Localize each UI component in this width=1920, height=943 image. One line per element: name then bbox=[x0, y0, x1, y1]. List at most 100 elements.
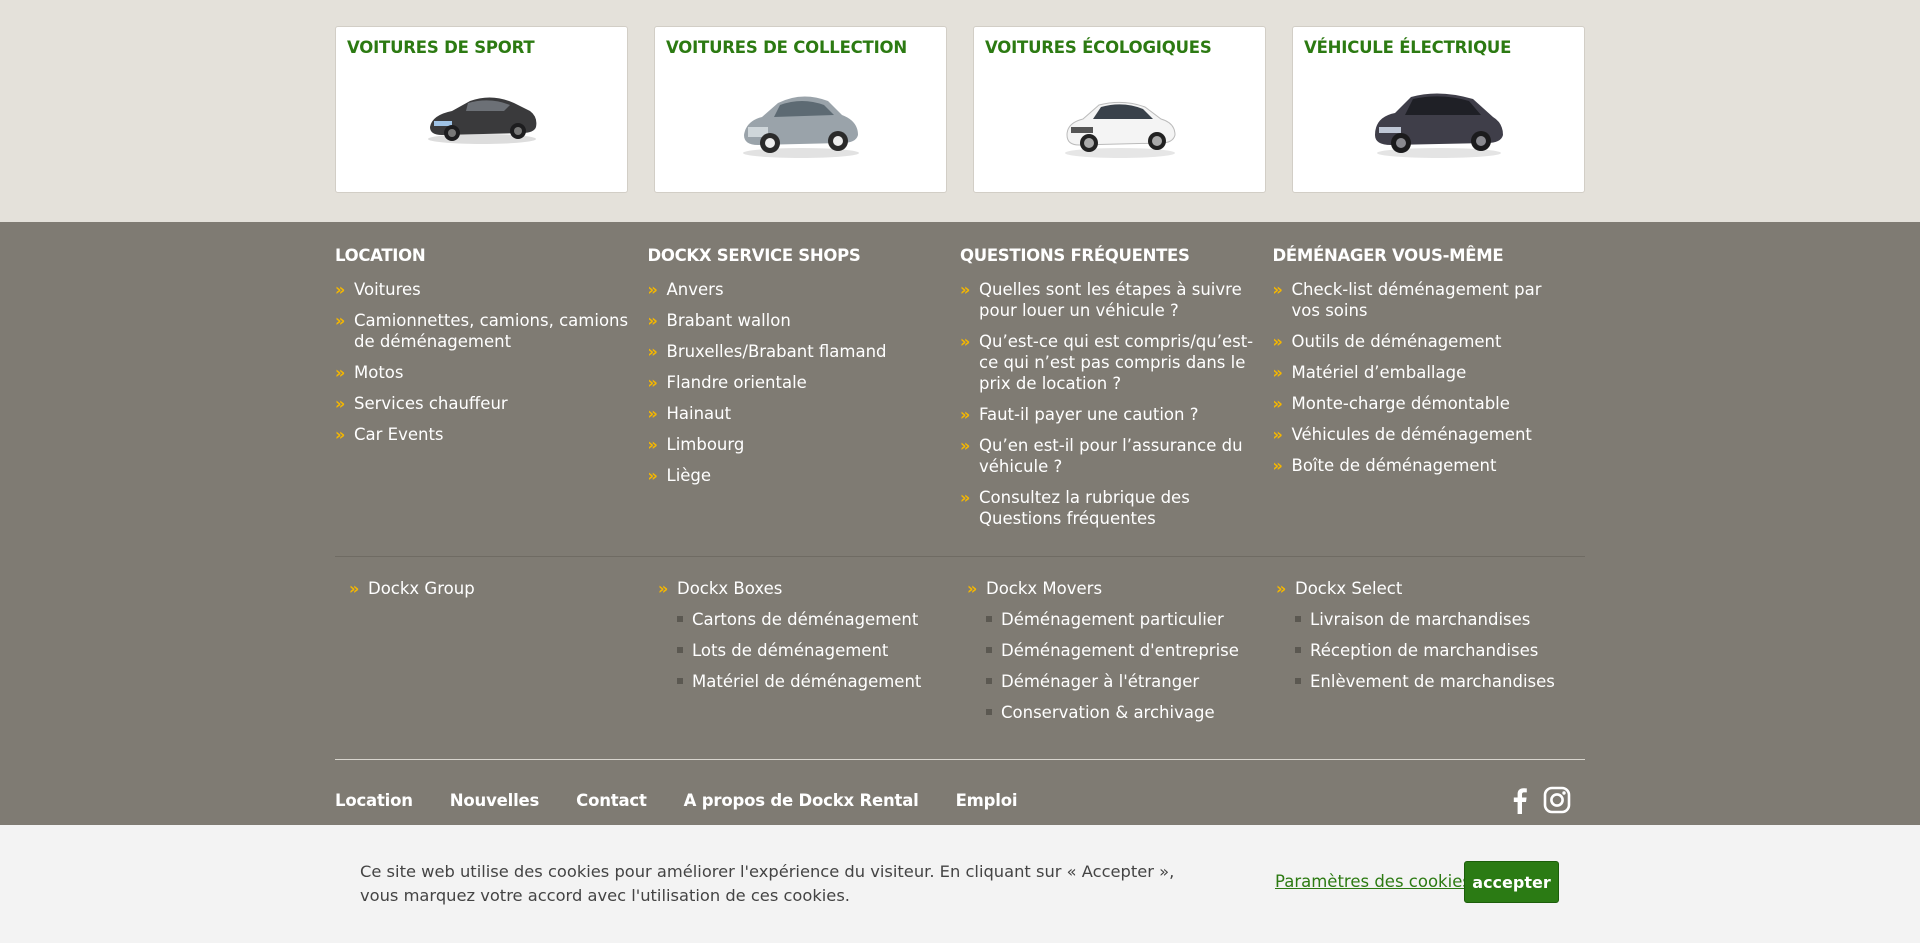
footer-link[interactable]: » Motos bbox=[335, 362, 648, 383]
chevron-right-icon: » bbox=[335, 311, 346, 330]
chevron-right-icon: » bbox=[967, 579, 978, 598]
chevron-right-icon: » bbox=[1276, 579, 1287, 598]
group-dockx-movers: » Dockx Movers Déménagement particulier D… bbox=[967, 578, 1276, 733]
sub-link[interactable]: Déménagement particulier bbox=[986, 609, 1276, 630]
sub-link[interactable]: Réception de marchandises bbox=[1295, 640, 1585, 661]
card-title: VOITURES DE SPORT bbox=[347, 38, 535, 57]
footer-link[interactable]: » Car Events bbox=[335, 424, 648, 445]
footer-column-faq: QUESTIONS FRÉQUENTES » Quelles sont les é… bbox=[960, 246, 1273, 539]
card-title: VOITURES ÉCOLOGIQUES bbox=[985, 38, 1212, 57]
site-footer: LOCATION » Voitures » Camionnettes, camion… bbox=[335, 222, 1585, 814]
footer-link[interactable]: » Qu’en est-il pour l’assurance du véhicu… bbox=[960, 435, 1273, 477]
footer-link[interactable]: » Check-list déménagement par vos soins bbox=[1273, 279, 1586, 321]
nav-link-about[interactable]: A propos de Dockx Rental bbox=[684, 791, 919, 810]
footer-link[interactable]: » Boîte de déménagement bbox=[1273, 455, 1586, 476]
group-dockx-group: » Dockx Group bbox=[335, 578, 658, 733]
footer-link[interactable]: » Bruxelles/Brabant flamand bbox=[648, 341, 961, 362]
chevron-right-icon: » bbox=[1272, 280, 1283, 299]
footer-link[interactable]: » Flandre orientale bbox=[648, 372, 961, 393]
eco-car-icon bbox=[1064, 101, 1176, 158]
group-link[interactable]: » Dockx Group bbox=[349, 578, 658, 599]
bullet-square-icon bbox=[677, 678, 683, 684]
bullet-square-icon bbox=[1295, 647, 1301, 653]
chevron-right-icon: » bbox=[647, 311, 658, 330]
accept-cookies-button[interactable]: accepter bbox=[1464, 861, 1559, 903]
footer-link[interactable]: » Services chauffeur bbox=[335, 393, 648, 414]
sub-link[interactable]: Lots de déménagement bbox=[677, 640, 967, 661]
chevron-right-icon: » bbox=[1272, 425, 1283, 444]
cookie-settings-link[interactable]: Paramètres des cookies bbox=[1275, 872, 1471, 891]
footer-link[interactable]: » Hainaut bbox=[648, 403, 961, 424]
nav-link-contact[interactable]: Contact bbox=[576, 791, 647, 810]
sub-link[interactable]: Cartons de déménagement bbox=[677, 609, 967, 630]
sub-link[interactable]: Déménagement d'entreprise bbox=[986, 640, 1276, 661]
footer-link[interactable]: » Qu’est-ce qui est compris/qu’est-ce qui… bbox=[960, 331, 1273, 394]
footer-link[interactable]: » Anvers bbox=[648, 279, 961, 300]
footer-link[interactable]: » Faut-il payer une caution ? bbox=[960, 404, 1273, 425]
bullet-square-icon bbox=[1295, 678, 1301, 684]
chevron-right-icon: » bbox=[335, 394, 346, 413]
cookie-banner: Ce site web utilise des cookies pour amé… bbox=[0, 825, 1920, 943]
category-card-eco[interactable]: VOITURES ÉCOLOGIQUES bbox=[973, 26, 1266, 193]
nav-link-jobs[interactable]: Emploi bbox=[956, 791, 1018, 810]
footer-link[interactable]: » Consultez la rubrique des Questions fré… bbox=[960, 487, 1273, 529]
nav-link-location[interactable]: Location bbox=[335, 791, 413, 810]
footer-divider bbox=[335, 556, 1585, 557]
facebook-icon[interactable] bbox=[1507, 786, 1533, 814]
group-dockx-select: » Dockx Select Livraison de marchandises … bbox=[1276, 578, 1585, 733]
nav-link-news[interactable]: Nouvelles bbox=[450, 791, 540, 810]
social-links bbox=[1507, 786, 1571, 814]
category-card-electric[interactable]: VÉHICULE ÉLECTRIQUE bbox=[1292, 26, 1585, 193]
column-heading: DÉMÉNAGER VOUS-MÊME bbox=[1272, 246, 1504, 265]
footer-link[interactable]: » Matériel d’emballage bbox=[1273, 362, 1586, 383]
chevron-right-icon: » bbox=[960, 436, 971, 455]
chevron-right-icon: » bbox=[335, 425, 346, 444]
footer-link[interactable]: » Outils de déménagement bbox=[1273, 331, 1586, 352]
chevron-right-icon: » bbox=[335, 363, 346, 382]
sub-link[interactable]: Conservation & archivage bbox=[986, 702, 1276, 723]
chevron-right-icon: » bbox=[658, 579, 669, 598]
chevron-right-icon: » bbox=[647, 373, 658, 392]
footer-link[interactable]: » Véhicules de déménagement bbox=[1273, 424, 1586, 445]
chevron-right-icon: » bbox=[960, 488, 971, 507]
instagram-icon[interactable] bbox=[1543, 786, 1571, 814]
group-link[interactable]: » Dockx Movers bbox=[967, 578, 1276, 599]
footer-link[interactable]: » Quelles sont les étapes à suivre pour l… bbox=[960, 279, 1273, 321]
sub-link[interactable]: Matériel de déménagement bbox=[677, 671, 967, 692]
bullet-square-icon bbox=[986, 647, 992, 653]
footer-link[interactable]: » Liège bbox=[648, 465, 961, 486]
footer-link[interactable]: » Camionnettes, camions, camions de démén… bbox=[335, 310, 648, 352]
card-title: VÉHICULE ÉLECTRIQUE bbox=[1304, 38, 1512, 57]
bullet-square-icon bbox=[986, 678, 992, 684]
footer-link-columns: LOCATION » Voitures » Camionnettes, camion… bbox=[335, 246, 1585, 539]
sub-link[interactable]: Enlèvement de marchandises bbox=[1295, 671, 1585, 692]
footer-link[interactable]: » Monte-charge démontable bbox=[1273, 393, 1586, 414]
chevron-right-icon: » bbox=[1272, 394, 1283, 413]
group-link[interactable]: » Dockx Boxes bbox=[658, 578, 967, 599]
column-heading: DOCKX SERVICE SHOPS bbox=[647, 246, 861, 265]
chevron-right-icon: » bbox=[960, 405, 971, 424]
chevron-right-icon: » bbox=[647, 466, 658, 485]
footer-divider bbox=[335, 759, 1585, 760]
vehicle-categories: VOITURES DE SPORT VOITURES DE COLLECTION… bbox=[335, 26, 1585, 193]
group-dockx-boxes: » Dockx Boxes Cartons de déménagement Lot… bbox=[658, 578, 967, 733]
bullet-square-icon bbox=[986, 709, 992, 715]
group-link[interactable]: » Dockx Select bbox=[1276, 578, 1585, 599]
category-card-collection[interactable]: VOITURES DE COLLECTION bbox=[654, 26, 947, 193]
chevron-right-icon: » bbox=[1272, 363, 1283, 382]
footer-link[interactable]: » Limbourg bbox=[648, 434, 961, 455]
bullet-square-icon bbox=[986, 616, 992, 622]
sub-link[interactable]: Livraison de marchandises bbox=[1295, 609, 1585, 630]
bottom-nav: Location Nouvelles Contact A propos de D… bbox=[335, 786, 1585, 814]
sub-link[interactable]: Déménager à l'étranger bbox=[986, 671, 1276, 692]
chevron-right-icon: » bbox=[960, 332, 971, 351]
footer-column-location: LOCATION » Voitures » Camionnettes, camion… bbox=[335, 246, 648, 539]
bullet-square-icon bbox=[1295, 616, 1301, 622]
chevron-right-icon: » bbox=[647, 404, 658, 423]
footer-column-service-shops: DOCKX SERVICE SHOPS » Anvers » Brabant wal… bbox=[648, 246, 961, 539]
category-card-sport[interactable]: VOITURES DE SPORT bbox=[335, 26, 628, 193]
chevron-right-icon: » bbox=[1272, 456, 1283, 475]
dockx-group-links: » Dockx Group » Dockx Boxes Cartons de dém… bbox=[335, 578, 1585, 733]
footer-link[interactable]: » Brabant wallon bbox=[648, 310, 961, 331]
footer-link[interactable]: » Voitures bbox=[335, 279, 648, 300]
